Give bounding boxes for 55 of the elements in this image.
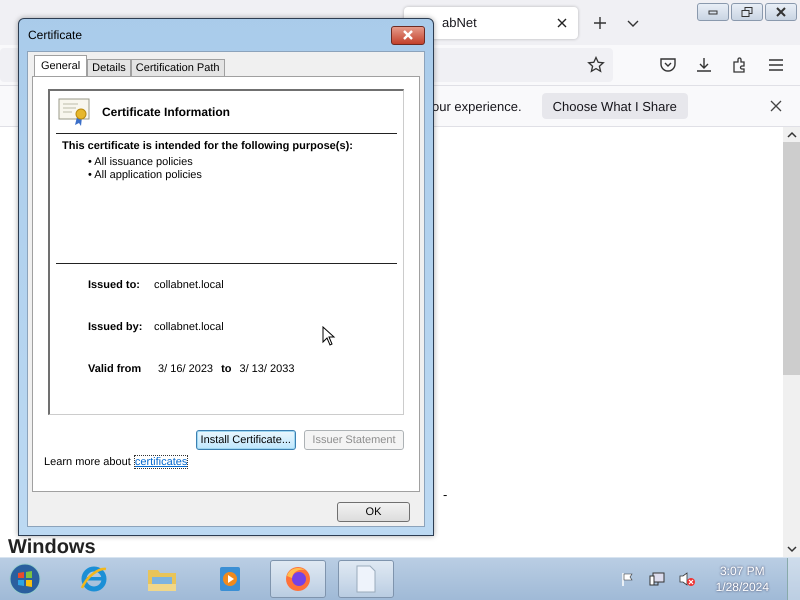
field-value: 3/ 13/ 2033 [239,363,295,375]
field-value: collabnet.local [154,321,224,333]
install-button[interactable]: Install Certificate... [196,430,296,450]
field-label: to [221,363,232,375]
section-heading: Certificate Information [102,105,230,119]
close-icon[interactable] [770,100,782,112]
ok-button[interactable]: OK [337,502,410,522]
certificates-link[interactable]: certificates [134,456,188,468]
scrollbar[interactable] [783,127,800,557]
scroll-up-icon[interactable] [786,131,796,139]
clock-time: 3:07 PM [720,563,765,579]
plus-icon[interactable] [593,16,607,30]
page-text: - [443,487,448,502]
clock-date: 1/28/2024 [716,579,769,595]
page-heading: Windows [8,536,96,559]
play-icon [217,565,243,593]
field-value: collabnet.local [154,279,224,291]
firefox-app-button[interactable] [270,560,326,598]
minimize-icon [708,9,718,15]
dialog-tab[interactable]: Certification Path [130,59,225,76]
field-label: Valid from [88,363,142,375]
choose-button[interactable]: Choose What I Share [542,93,688,119]
close-icon [776,7,786,17]
star-icon[interactable] [587,56,605,74]
scroll-thumb[interactable] [783,142,800,375]
purpose-heading: This certificate is intended for the following purpose(s): [62,140,354,152]
field-label: Issued by: [88,321,144,333]
field-label: Issued to: [88,279,141,291]
document-app-button[interactable] [338,560,394,598]
firefox-icon [283,564,313,594]
restore-button[interactable] [731,3,763,21]
close-icon [402,30,414,40]
tab-title: abNet [442,15,478,30]
close-icon[interactable] [556,16,568,28]
dialog-tab[interactable]: General [34,55,88,76]
download-icon[interactable] [695,56,713,74]
restore-icon [741,7,753,17]
close-button[interactable] [765,3,797,21]
learn-more-text: Learn more about [44,456,131,468]
muted-speaker-icon[interactable] [678,571,696,587]
scroll-down-icon[interactable] [786,545,796,553]
window-title: Certificate [27,28,84,42]
minimize-button[interactable] [697,3,729,21]
mouse-cursor-icon [322,326,336,346]
field-value: 3/ 16/ 2023 [158,363,214,375]
pocket-icon[interactable] [659,56,677,74]
dialog-tab[interactable]: Details [87,59,131,76]
network-icon[interactable] [648,571,666,587]
certificate-icon [58,97,92,127]
document-icon [354,564,378,594]
purpose-item: • All application policies [88,169,203,182]
globe-e-icon [79,564,109,594]
close-button[interactable] [391,26,425,44]
purpose-item: • All issuance policies [88,156,194,169]
start-button[interactable] [8,562,42,596]
